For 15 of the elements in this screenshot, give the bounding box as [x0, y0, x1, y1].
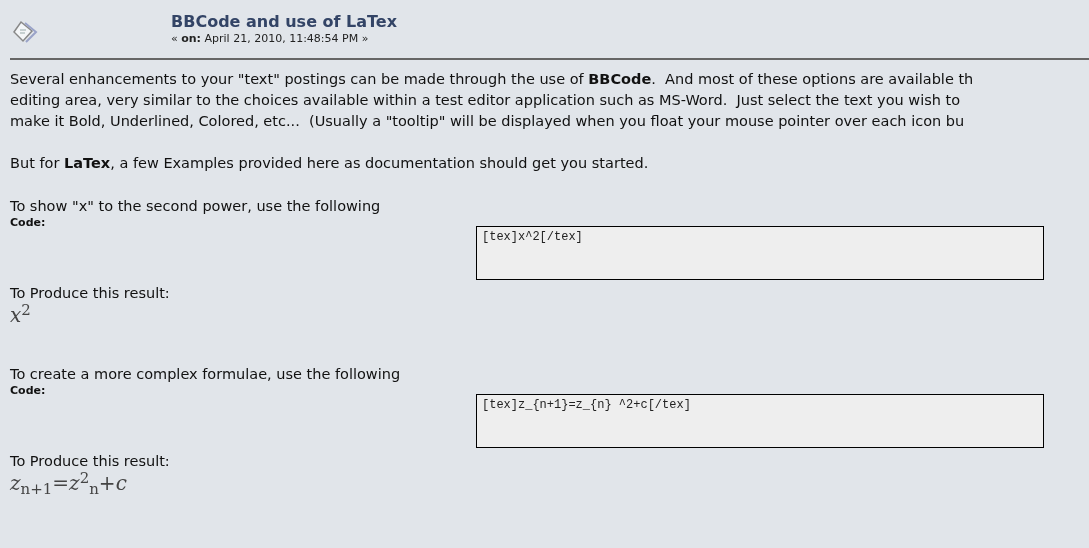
formula: x$^{2}$	[10, 304, 32, 326]
post-icon	[12, 20, 38, 44]
code-label: Code:	[10, 217, 47, 229]
example-text: To create a more complex formulae, use the following	[10, 365, 402, 384]
post-date: « on: April 21, 2010, 11:48:54 PM »	[171, 32, 370, 46]
code-block: [tex]x^2[/tex]	[476, 226, 1044, 280]
result-label: To Produce this result:	[10, 284, 171, 303]
example-text: To show "x" to the second power, use the following	[10, 197, 382, 216]
result-label: To Produce this result:	[10, 452, 171, 471]
post-paragraph: But for LaTex, a few Examples provided here as documentation should get you started.	[10, 154, 650, 173]
post-paragraph: Several enhancements to your "text" postings can be made through the use of BBCode. And most of these options are available th editing area, very similar to the choices available within a test editor application such as MS-Word. Just select the text you wish to make it Bold, Underlined, Colored, etc... (Usually a "tooltip" will be displayed when you float your mouse pointer over each icon bu	[10, 70, 975, 131]
formula: z$_{n+1}$=z$^{2}$$_{n}$+c	[10, 472, 128, 494]
code-block: [tex]z_{n+1}=z_{n} ^2+c[/tex]	[476, 394, 1044, 448]
post-title[interactable]: BBCode and use of LaTex	[171, 12, 398, 32]
code-label: Code:	[10, 385, 47, 397]
